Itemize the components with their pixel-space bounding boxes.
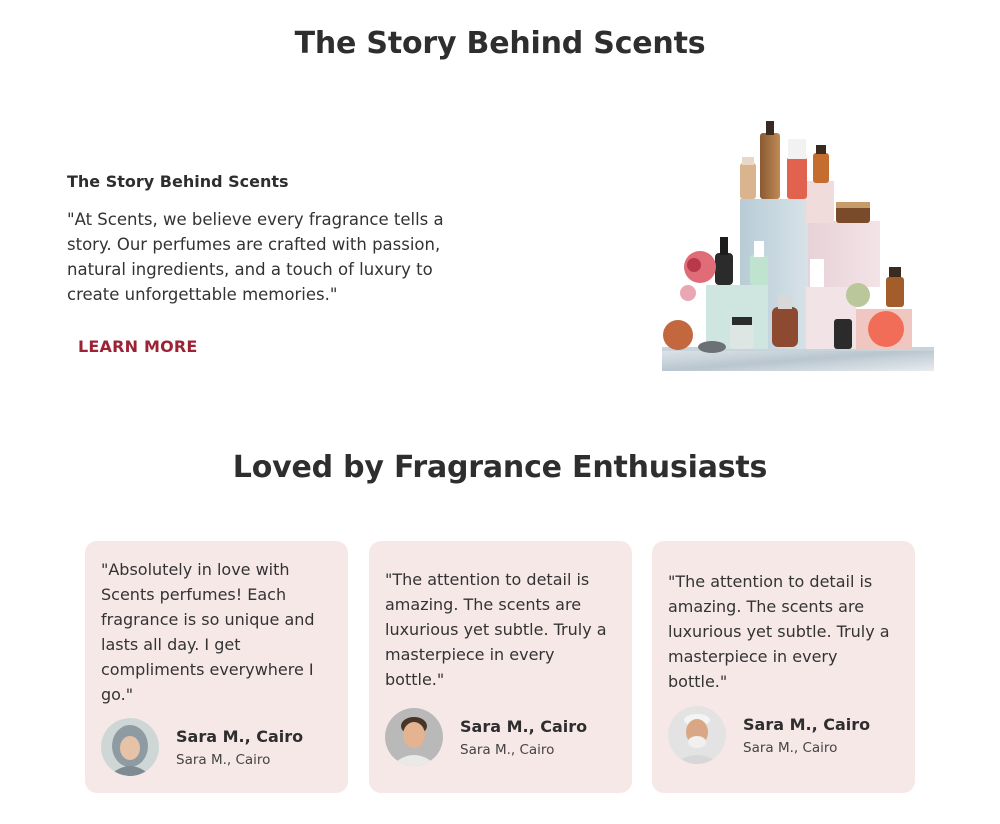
perfume-display-image xyxy=(660,117,936,373)
woman-avatar xyxy=(101,718,159,776)
testimonial-quote: "Absolutely in love with Scents perfumes… xyxy=(101,560,315,704)
testimonial-card: "Absolutely in love with Scents perfumes… xyxy=(85,541,348,793)
man-avatar xyxy=(385,708,443,766)
reviewer-location: Sara M., Cairo xyxy=(460,742,555,758)
story-text-block: The Story Behind Scents "At Scents, we b… xyxy=(67,172,467,307)
testimonials-title: Loved by Fragrance Enthusiasts xyxy=(232,450,768,485)
testimonial-card: "The attention to detail is amazing. The… xyxy=(369,541,632,793)
reviewer-location: Sara M., Cairo xyxy=(176,752,271,768)
reviewer-location: Sara M., Cairo xyxy=(743,740,838,756)
testimonial-quote: "The attention to detail is amazing. The… xyxy=(668,572,890,691)
reviewer-name: Sara M., Cairo xyxy=(743,715,871,734)
testimonial-quote: "The attention to detail is amazing. The… xyxy=(385,570,607,689)
learn-more-link[interactable]: LEARN MORE xyxy=(78,337,198,356)
older-man-avatar xyxy=(668,706,726,764)
reviewer-name: Sara M., Cairo xyxy=(176,727,304,746)
reviewer-name: Sara M., Cairo xyxy=(460,717,588,736)
testimonial-card: "The attention to detail is amazing. The… xyxy=(652,541,915,793)
story-quote: "At Scents, we believe every fragrance t… xyxy=(67,210,444,304)
story-section-title: The Story Behind Scents xyxy=(294,26,706,61)
story-subtitle: The Story Behind Scents xyxy=(67,172,289,191)
